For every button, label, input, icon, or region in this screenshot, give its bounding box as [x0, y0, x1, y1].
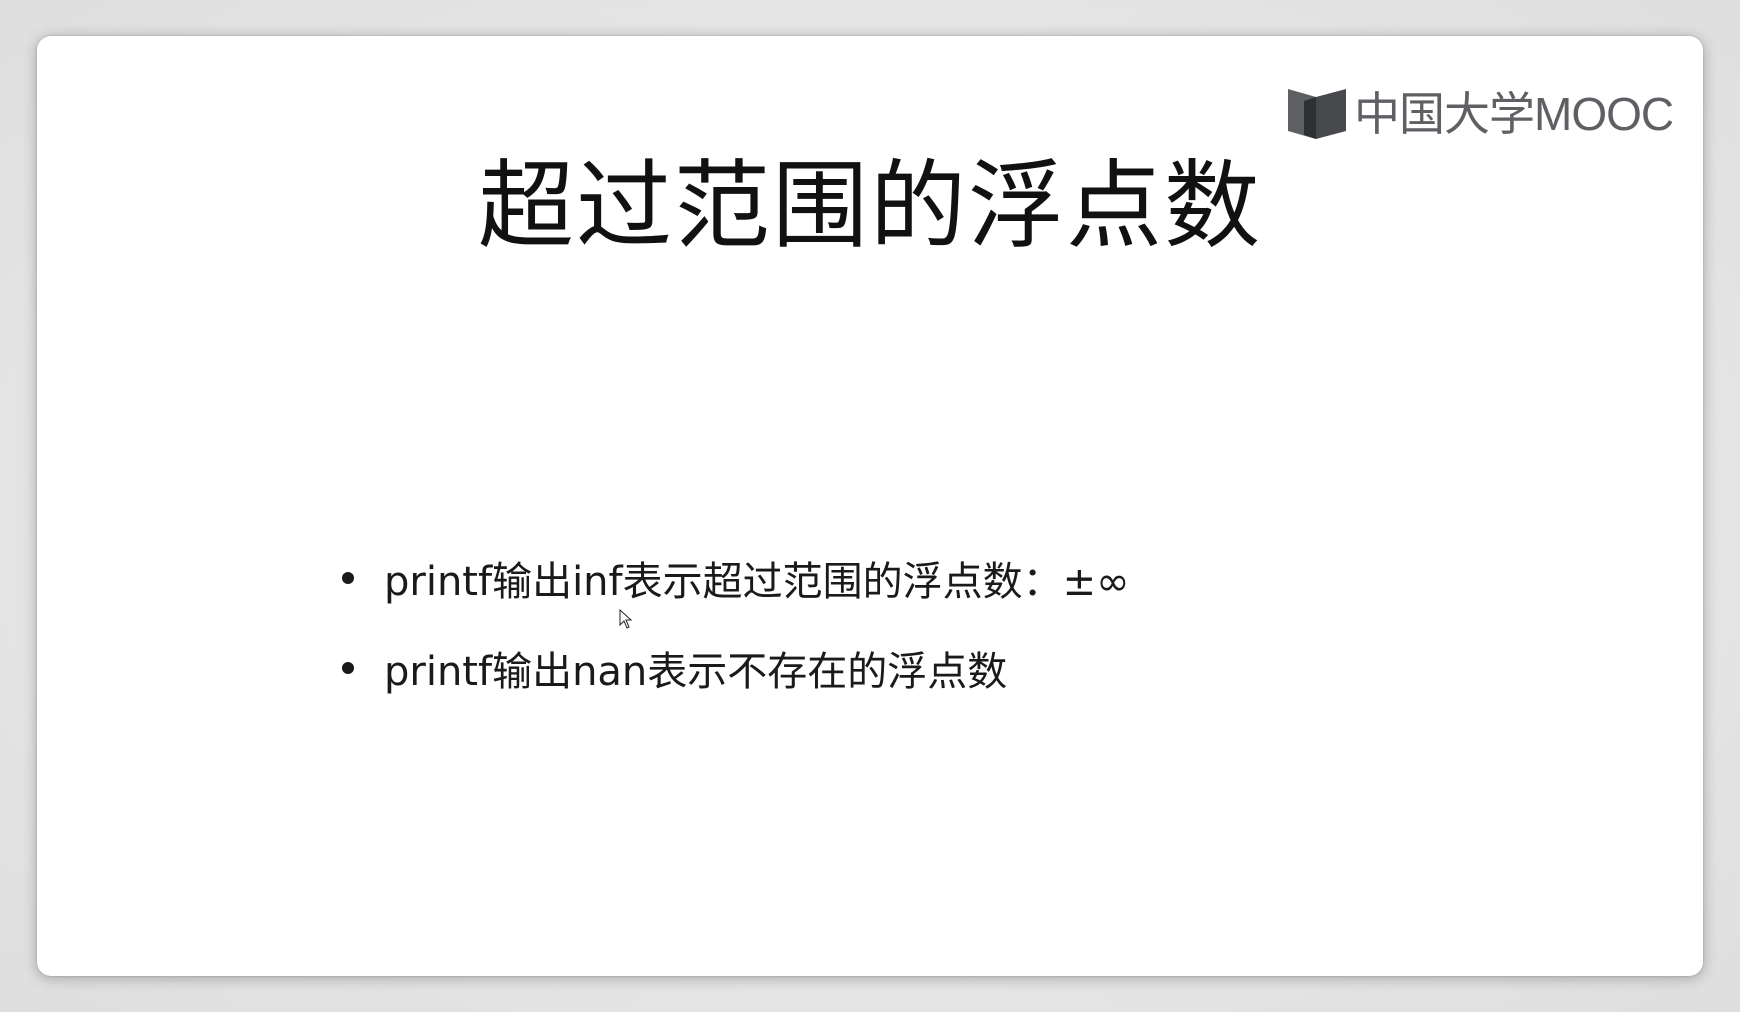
bullet-text: printf输出nan表示不存在的浮点数: [384, 649, 1008, 695]
mooc-logo: 中国大学MOOC: [1286, 84, 1674, 144]
book-logo-icon: [1288, 89, 1346, 139]
mouse-cursor-icon: [619, 609, 633, 629]
presentation-slide: 中国大学MOOC 超过范围的浮点数 printf输出inf表示超过范围的浮点数：…: [37, 36, 1703, 976]
bullet-item: printf输出nan表示不存在的浮点数: [342, 638, 1129, 698]
bullet-list: printf输出inf表示超过范围的浮点数：±∞ printf输出nan表示不存…: [342, 548, 1129, 728]
logo-text: 中国大学MOOC: [1354, 88, 1674, 140]
bullet-item: printf输出inf表示超过范围的浮点数：±∞: [342, 548, 1129, 608]
slide-title: 超过范围的浮点数: [478, 150, 1262, 262]
bullet-dot: [342, 662, 354, 674]
bullet-text: printf输出inf表示超过范围的浮点数：±∞: [384, 559, 1130, 605]
bullet-dot: [342, 572, 354, 584]
